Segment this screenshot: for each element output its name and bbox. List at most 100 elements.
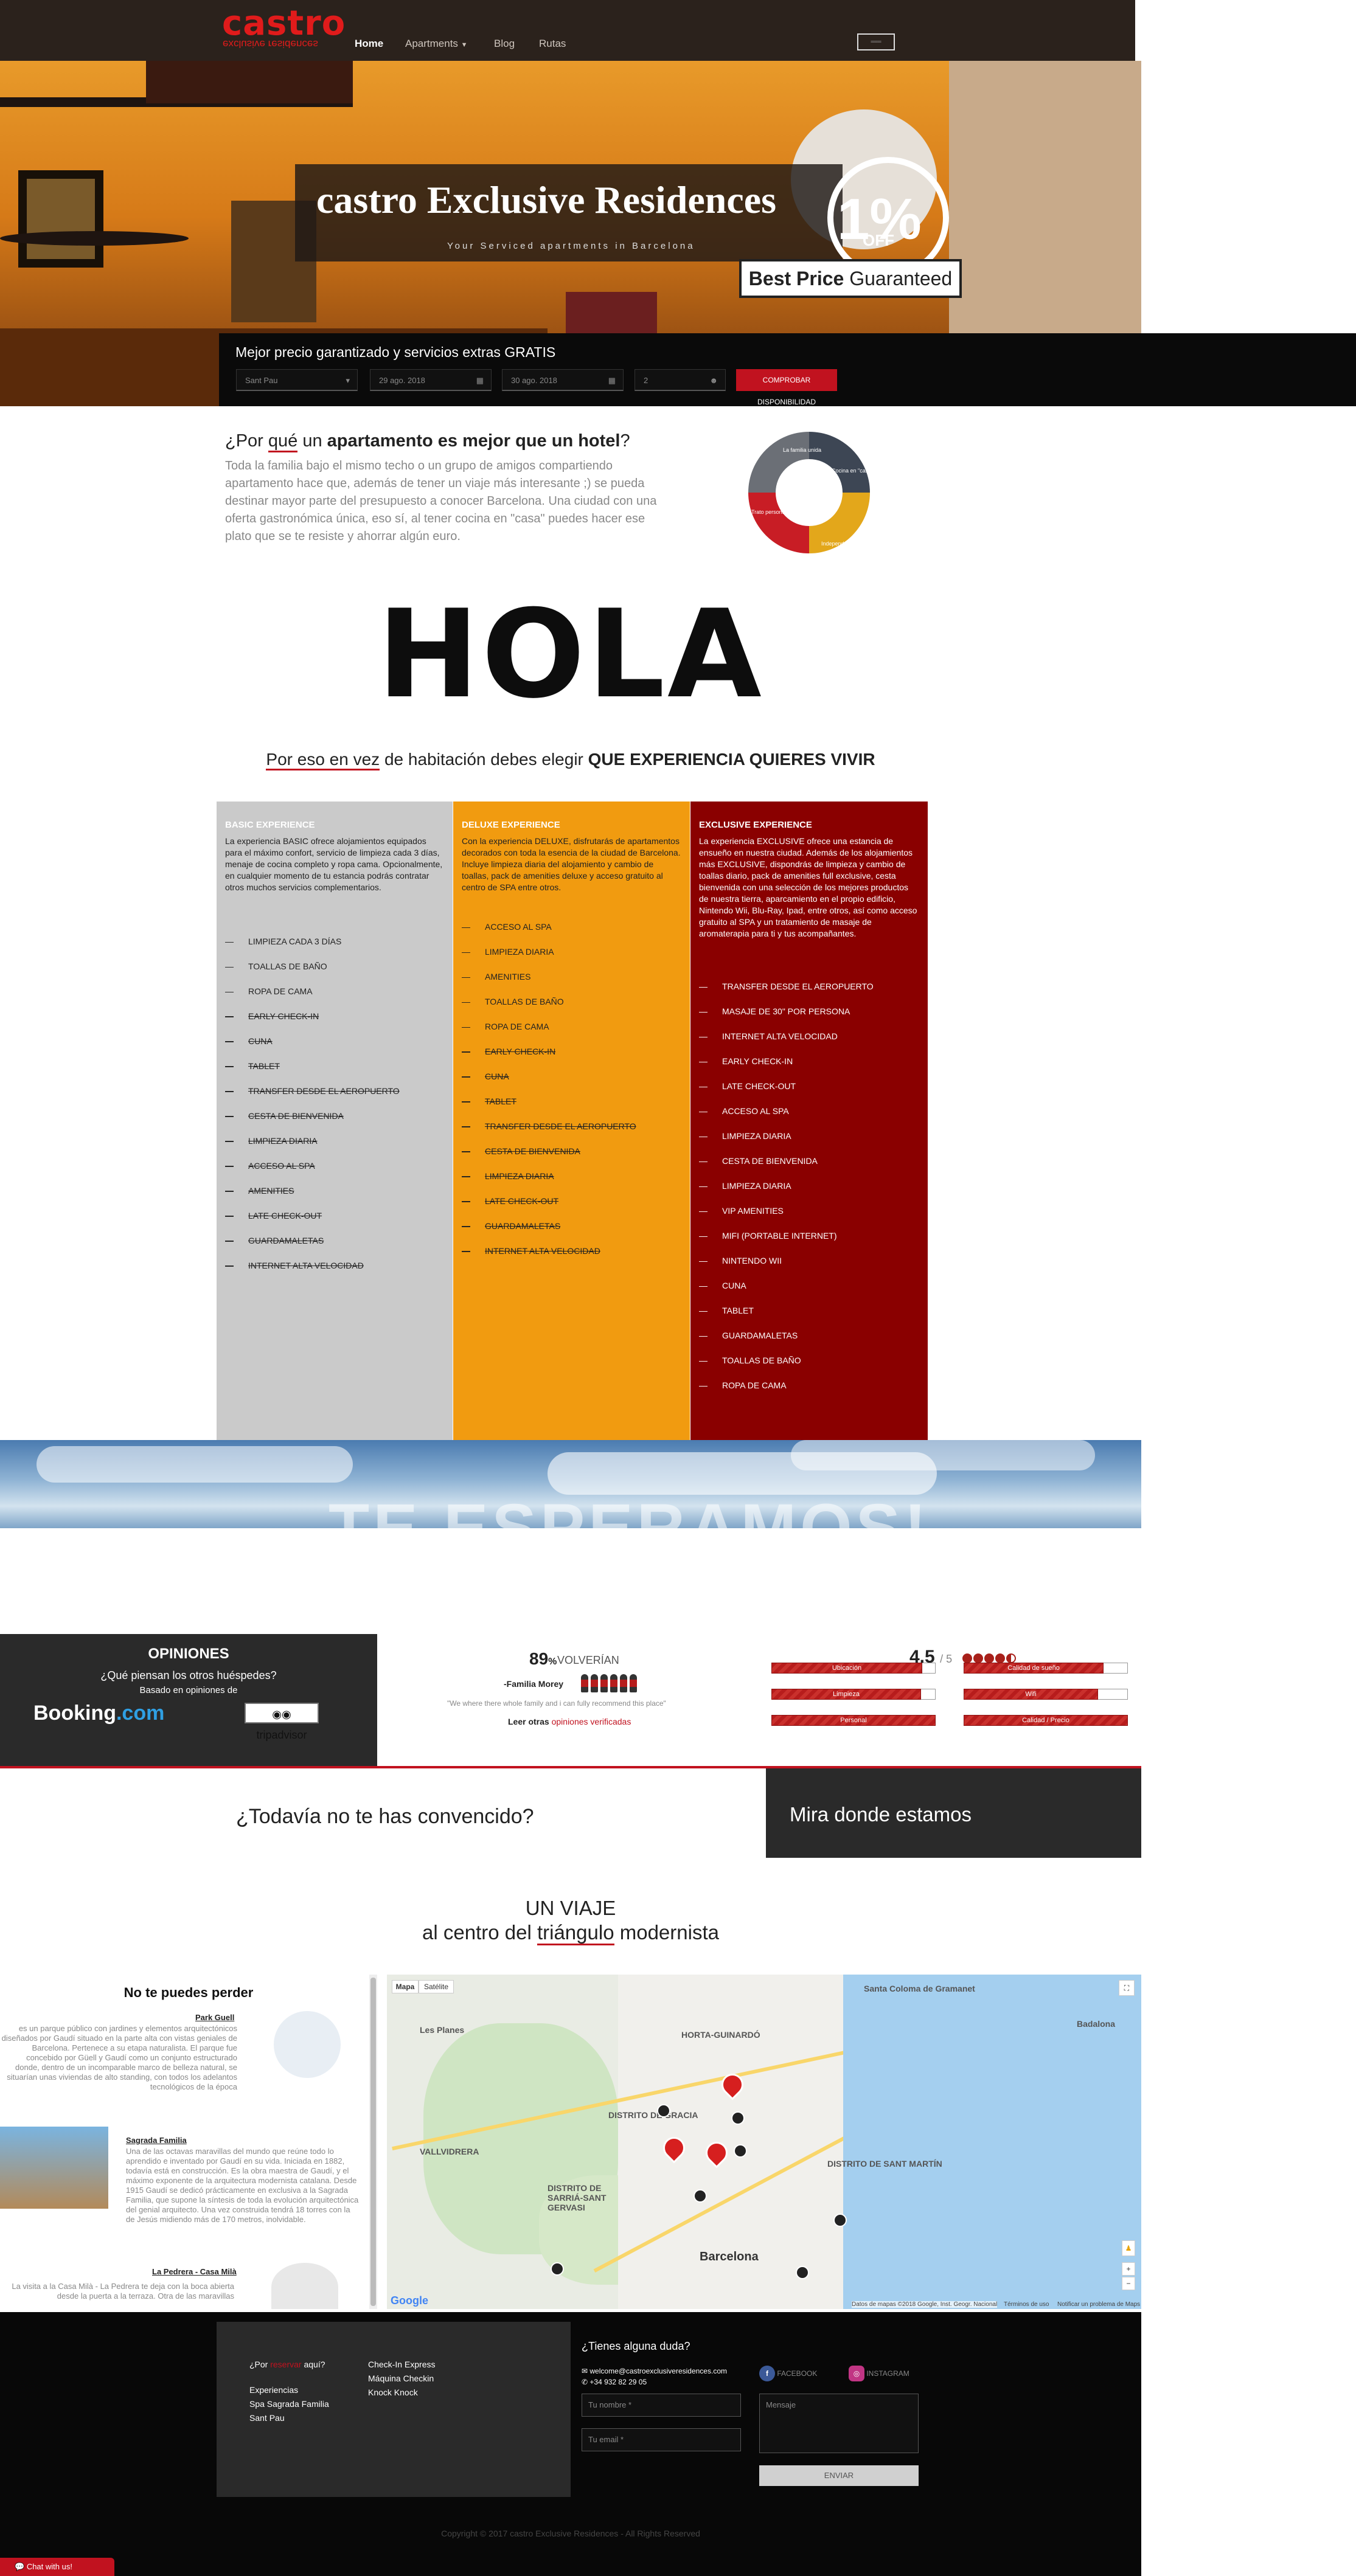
nav-rutas[interactable]: Rutas <box>539 38 566 50</box>
footer-link[interactable]: Máquina Checkin <box>368 2373 434 2383</box>
facebook-link[interactable]: f FACEBOOK <box>759 2366 817 2381</box>
guests-input[interactable]: 2 ☻ <box>635 369 726 391</box>
map-tab-satellite[interactable]: Satélite <box>419 1980 454 1993</box>
map-copyright: Datos de mapas ©2018 Google, Inst. Geogr… <box>852 2301 998 2308</box>
feature-excluded: LIMPIEZA DIARIA <box>462 1170 636 1195</box>
poi-icon[interactable] <box>657 2104 670 2117</box>
instagram-link[interactable]: ◎ INSTAGRAM <box>849 2366 909 2381</box>
calendar-icon: ▦ <box>608 376 616 385</box>
tripadvisor-logo[interactable]: ◉◉ tripadvisor <box>245 1703 319 1741</box>
feature-excluded: LATE CHECK-OUT <box>462 1195 636 1220</box>
feature-included: MASAJE DE 30" POR PERSONA <box>699 1005 874 1030</box>
feature-included: CESTA DE BIENVENIDA <box>699 1155 874 1180</box>
owl-icon: ◉◉ <box>272 1708 291 1720</box>
footer-link[interactable]: Spa Sagrada Familia <box>249 2399 329 2409</box>
poi-icon[interactable] <box>694 2189 707 2203</box>
feature-included: EARLY CHECK-IN <box>699 1055 874 1080</box>
chevron-down-icon: ▼ <box>461 41 468 49</box>
experience-heading: Por eso en vez de habitación debes elegi… <box>0 750 1141 770</box>
wheel-label-family: La familia unida <box>783 447 821 453</box>
feature-included: LIMPIEZA DIARIA <box>462 946 636 971</box>
nav-home[interactable]: Home <box>355 38 383 50</box>
footer-link[interactable]: Sant Pau <box>249 2413 285 2423</box>
feature-included: ACCESO AL SPA <box>699 1105 874 1130</box>
feature-excluded: INTERNET ALTA VELOCIDAD <box>225 1259 400 1284</box>
map-tab-map[interactable]: Mapa <box>392 1980 419 1993</box>
nav-blog[interactable]: Blog <box>494 38 515 50</box>
contact-phone[interactable]: ✆ +34 932 82 29 05 <box>582 2378 647 2386</box>
contact-heading: ¿Tienes alguna duda? <box>582 2340 690 2352</box>
top-navbar: castro exclusive residences Home Apartme… <box>0 0 1135 61</box>
basic-title: BASIC EXPERIENCE <box>225 820 315 830</box>
feature-included: MIFI (PORTABLE INTERNET) <box>699 1230 874 1255</box>
feature-included: VIP AMENITIES <box>699 1205 874 1230</box>
location-select[interactable]: Sant Pau ▾ <box>236 369 358 391</box>
booking-logo[interactable]: Booking.com <box>33 1702 164 1725</box>
place-text: es un parque público con jardines y elem… <box>1 2024 237 2091</box>
return-label: VOLVERÍAN <box>557 1654 619 1666</box>
basic-experience-column: BASIC EXPERIENCE La experiencia BASIC of… <box>217 802 453 1440</box>
message-field[interactable]: Mensaje <box>759 2394 919 2453</box>
map-label: Badalona <box>1077 2019 1116 2029</box>
hola-heading: HOLA <box>377 584 764 725</box>
search-title: Mejor precio garantizado y servicios ext… <box>235 344 556 360</box>
scroll-thumb[interactable] <box>370 1978 376 2306</box>
poi-icon[interactable] <box>734 2144 747 2158</box>
person-icon <box>620 1674 627 1692</box>
location-link[interactable]: Mira donde estamos <box>790 1803 972 1826</box>
zoom-in-button[interactable]: + <box>1122 2262 1135 2276</box>
poi-icon[interactable] <box>796 2266 809 2279</box>
feature-included: TOALLAS DE BAÑO <box>699 1354 874 1379</box>
menu-toggle-button[interactable]: ═══ <box>857 33 895 50</box>
fullscreen-icon[interactable]: ⛶ <box>1119 1980 1135 1996</box>
map-label: VALLVIDRERA <box>420 2147 479 2156</box>
feature-excluded: AMENITIES <box>225 1185 400 1210</box>
name-field[interactable]: Tu nombre * <box>582 2394 741 2417</box>
feature-included: TOALLAS DE BAÑO <box>462 995 636 1020</box>
poi-icon[interactable] <box>833 2214 847 2227</box>
check-availability-button[interactable]: COMPROBAR DISPONIBILIDAD <box>736 369 837 406</box>
email-field[interactable]: Tu email * <box>582 2428 741 2451</box>
feature-included: LIMPIEZA CADA 3 DÍAS <box>225 935 400 960</box>
wheel-label-personal: Trato personal <box>751 509 787 515</box>
footer-link[interactable]: Knock Knock <box>368 2387 418 2397</box>
map-report-link[interactable]: Notificar un problema de Maps <box>1057 2301 1140 2308</box>
checkin-date-input[interactable]: 29 ago. 2018 ▦ <box>370 369 492 391</box>
chevron-down-icon: ▾ <box>346 376 350 385</box>
map-terms-link[interactable]: Términos de uso <box>1004 2301 1049 2308</box>
map-label: DISTRITO DE GRACIA <box>608 2110 698 2120</box>
place-text: La visita a la Casa Milà - La Pedrera te… <box>12 2282 234 2301</box>
footer-link-why[interactable]: ¿Por reservar aquí? <box>249 2360 325 2369</box>
pegman-icon[interactable]: ♟ <box>1122 2240 1135 2256</box>
feature-included: CUNA <box>699 1279 874 1304</box>
feature-included: TRANSFER DESDE EL AEROPUERTO <box>699 980 874 1005</box>
feature-included: TABLET <box>699 1304 874 1329</box>
person-icon <box>581 1674 588 1692</box>
poi-icon[interactable] <box>551 2262 564 2276</box>
rating-dot-icon <box>1006 1653 1016 1663</box>
why-apartment-text: Toda la familia bajo el mismo techo o un… <box>225 459 657 543</box>
footer-link[interactable]: Experiencias <box>249 2385 298 2395</box>
feature-excluded: GUARDAMALETAS <box>225 1234 400 1259</box>
read-more-reviews[interactable]: Leer otras opiniones verificadas <box>508 1717 631 1726</box>
person-icon <box>630 1674 637 1692</box>
place-name[interactable]: Sagrada Familia <box>126 2136 187 2145</box>
checkout-date-input[interactable]: 30 ago. 2018 ▦ <box>502 369 624 391</box>
place-name[interactable]: Park Guell <box>195 2013 234 2022</box>
footer-link[interactable]: Check-In Express <box>368 2360 435 2369</box>
contact-email[interactable]: ✉ welcome@castroexclusiveresidences.com <box>582 2367 727 2375</box>
feature-excluded: CESTA DE BIENVENIDA <box>225 1110 400 1135</box>
feature-excluded: EARLY CHECK-IN <box>225 1010 400 1035</box>
deluxe-text: Con la experiencia DELUXE, disfrutarás d… <box>462 836 681 892</box>
chat-button[interactable]: 💬 Chat with us! <box>0 2558 114 2576</box>
feature-included: LATE CHECK-OUT <box>699 1080 874 1105</box>
poi-icon[interactable] <box>731 2111 745 2125</box>
place-name[interactable]: La Pedrera - Casa Milà <box>152 2267 237 2276</box>
zoom-out-button[interactable]: − <box>1122 2277 1135 2290</box>
person-icon <box>591 1674 598 1692</box>
exclusive-text: La experiencia EXCLUSIVE ofrece una esta… <box>699 836 917 938</box>
deluxe-experience-column: DELUXE EXPERIENCE Con la experiencia DEL… <box>453 802 690 1440</box>
send-button[interactable]: ENVIAR <box>759 2465 919 2486</box>
nav-apartments[interactable]: Apartments ▼ <box>405 38 468 50</box>
convinced-heading: ¿Todavía no te has convencido? <box>236 1805 534 1828</box>
